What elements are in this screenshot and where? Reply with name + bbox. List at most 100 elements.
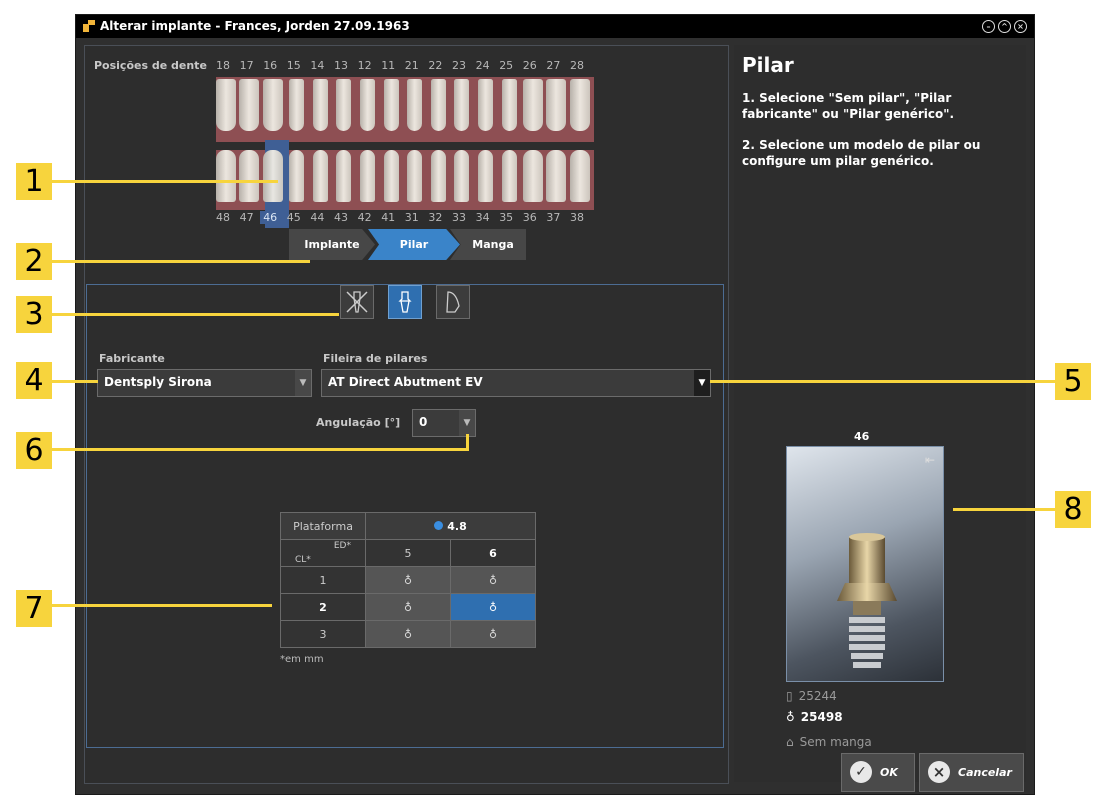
upper-tooth[interactable] [383, 79, 399, 131]
table-footnote: *em mm [280, 654, 324, 665]
upper-tooth[interactable] [569, 79, 590, 131]
upper-tooth[interactable] [239, 79, 260, 131]
upper-tooth[interactable] [430, 79, 446, 131]
tooth-number[interactable]: 18 [216, 59, 230, 72]
abutment-cell[interactable]: ♁ [365, 566, 451, 594]
upper-tooth[interactable] [454, 79, 470, 131]
tooth-number[interactable]: 16 [263, 59, 277, 72]
tooth-number[interactable]: 17 [240, 59, 254, 72]
cl-label: CL* [295, 555, 311, 565]
close-icon[interactable]: × [1014, 20, 1027, 33]
tooth-number[interactable]: 11 [381, 59, 395, 72]
lower-tooth[interactable] [336, 150, 352, 202]
lower-tooth[interactable] [454, 150, 470, 202]
tooth-number[interactable]: 38 [570, 211, 584, 224]
tooth-number[interactable]: 44 [310, 211, 324, 224]
abutment-cell[interactable]: ♁ [365, 593, 451, 621]
lower-tooth[interactable] [477, 150, 493, 202]
lower-tooth[interactable] [430, 150, 446, 202]
manufacturer-label: Fabricante [99, 352, 165, 365]
maximize-icon[interactable]: ^ [998, 20, 1011, 33]
tooth-number[interactable]: 28 [570, 59, 584, 72]
upper-tooth[interactable] [359, 79, 375, 131]
callout-line-8 [953, 508, 1055, 511]
abutment-icon: ♁ [403, 600, 413, 614]
lower-tooth[interactable] [312, 150, 328, 202]
callout-2: 2 [16, 243, 52, 280]
minimize-icon[interactable]: – [982, 20, 995, 33]
lower-tooth[interactable] [383, 150, 399, 202]
platform-value-cell: 4.8 [365, 512, 536, 540]
lower-tooth[interactable] [359, 150, 375, 202]
tooth-number[interactable]: 48 [216, 211, 230, 224]
tooth-number[interactable]: 46 [260, 211, 281, 224]
step-manga[interactable]: Manga [450, 229, 526, 260]
upper-tooth[interactable] [312, 79, 328, 131]
lower-tooth[interactable] [569, 150, 590, 202]
lower-tooth[interactable] [546, 150, 567, 202]
row-header: 1 [280, 566, 366, 594]
lower-tooth[interactable] [501, 150, 517, 202]
step-pilar[interactable]: Pilar [368, 229, 460, 260]
tooth-number[interactable]: 25 [499, 59, 513, 72]
upper-tooth[interactable] [336, 79, 352, 131]
tooth-number[interactable]: 31 [405, 211, 419, 224]
upper-tooth[interactable] [407, 79, 423, 131]
tooth-number[interactable]: 43 [334, 211, 348, 224]
step-implante[interactable]: Implante [289, 229, 375, 260]
tooth-number[interactable]: 36 [523, 211, 537, 224]
tooth-number[interactable]: 27 [546, 59, 560, 72]
abutment-cell-selected[interactable]: ♁ [450, 593, 536, 621]
implant-id: 25244 [798, 689, 837, 703]
tooth-number[interactable]: 45 [287, 211, 301, 224]
abutment-size-table: Plataforma 4.8 ED* CL* 5 6 1 ♁ ♁ 2 ♁ ♁ 3… [280, 512, 536, 648]
upper-tooth[interactable] [546, 79, 567, 131]
ok-button[interactable]: ✓ OK [841, 753, 915, 792]
abutment-icon: ♁ [786, 710, 795, 724]
tooth-number[interactable]: 32 [428, 211, 442, 224]
upper-tooth[interactable] [215, 79, 236, 131]
collapse-icon[interactable]: ⇤ [925, 453, 935, 467]
abutment-cell[interactable]: ♁ [450, 620, 536, 648]
tooth-number[interactable]: 24 [476, 59, 490, 72]
implant-id-row: ▯ 25244 [786, 689, 837, 703]
tooth-number[interactable]: 13 [334, 59, 348, 72]
cancel-button[interactable]: × Cancelar [919, 753, 1024, 792]
upper-tooth[interactable] [263, 79, 283, 131]
tooth-number[interactable]: 23 [452, 59, 466, 72]
upper-tooth[interactable] [477, 79, 493, 131]
tooth-number[interactable]: 14 [310, 59, 324, 72]
tooth-number[interactable]: 33 [452, 211, 466, 224]
abutment-line-select[interactable]: AT Direct Abutment EV ▼ [321, 369, 711, 397]
tooth-number[interactable]: 47 [240, 211, 254, 224]
tooth-number[interactable]: 35 [499, 211, 513, 224]
tooth-number[interactable]: 22 [428, 59, 442, 72]
abutment-line-value: AT Direct Abutment EV [328, 375, 483, 389]
lower-tooth[interactable] [263, 150, 283, 202]
upper-tooth[interactable] [289, 79, 305, 131]
lower-tooth[interactable] [215, 150, 236, 202]
lower-tooth[interactable] [522, 150, 543, 202]
no-abutment-button[interactable] [340, 285, 374, 319]
generic-abutment-button[interactable] [436, 285, 470, 319]
tooth-number[interactable]: 34 [476, 211, 490, 224]
tooth-number[interactable]: 21 [405, 59, 419, 72]
tooth-number[interactable]: 41 [381, 211, 395, 224]
tooth-number[interactable]: 42 [358, 211, 372, 224]
callout-3: 3 [16, 296, 52, 333]
tooth-number[interactable]: 12 [358, 59, 372, 72]
tooth-number[interactable]: 37 [546, 211, 560, 224]
upper-tooth[interactable] [522, 79, 543, 131]
lower-tooth[interactable] [407, 150, 423, 202]
manufacturer-abutment-button[interactable] [388, 285, 422, 319]
upper-tooth[interactable] [501, 79, 517, 131]
abutment-cell[interactable]: ♁ [450, 566, 536, 594]
manufacturer-select[interactable]: Dentsply Sirona ▼ [97, 369, 312, 397]
lower-tooth[interactable] [289, 150, 305, 202]
abutment-cell[interactable]: ♁ [365, 620, 451, 648]
manufacturer-abutment-icon [398, 291, 412, 313]
tooth-number[interactable]: 26 [523, 59, 537, 72]
angulation-select[interactable]: 0 ▼ [412, 409, 476, 437]
lower-tooth[interactable] [239, 150, 260, 202]
tooth-number[interactable]: 15 [287, 59, 301, 72]
